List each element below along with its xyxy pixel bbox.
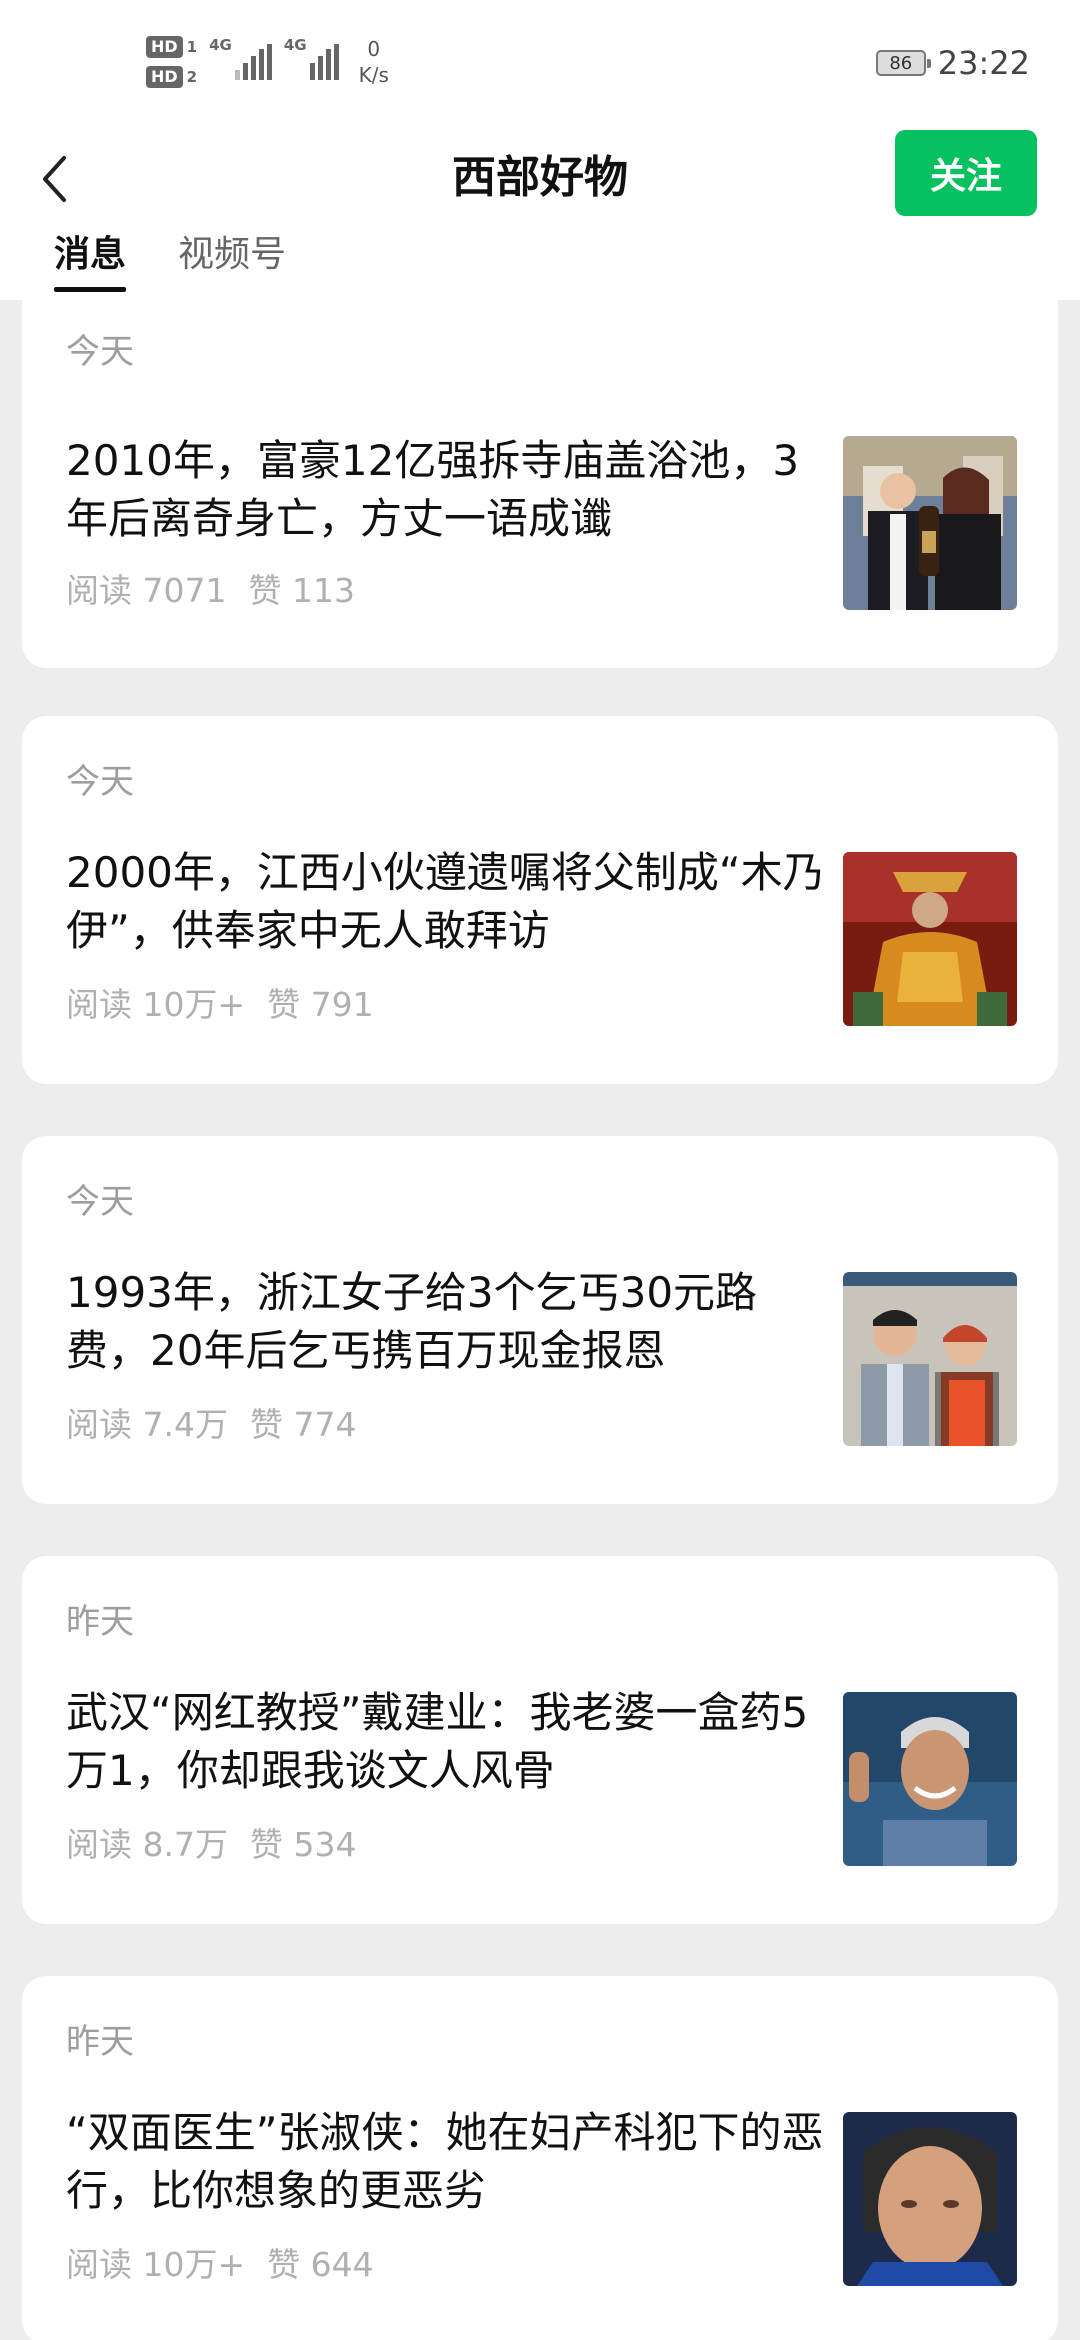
- network-type-2: 4G: [283, 36, 307, 54]
- hd-icon: HD: [146, 66, 183, 88]
- article-date: 今天: [66, 762, 134, 802]
- article-title[interactable]: 2000年，江西小伙遵遗嘱将父制成“木乃伊”，供奉家中无人敢拜访: [66, 844, 836, 960]
- network-speed-unit: K/s: [358, 63, 389, 87]
- photo-thumbnail-icon: [843, 1692, 1017, 1866]
- article-card[interactable]: 今天 1993年，浙江女子给3个乞丐30元路费，20年后乞丐携百万现金报恩 阅读…: [22, 1136, 1058, 1504]
- article-card[interactable]: 今天 2010年，富豪12亿强拆寺庙盖浴池，3年后离奇身亡，方丈一语成谶 阅读 …: [22, 300, 1058, 668]
- status-left: HD 1 HD 2 4G 4G 0 K/s: [146, 36, 389, 88]
- article-date: 昨天: [66, 1602, 134, 1642]
- article-reads: 阅读 7071: [66, 571, 227, 610]
- article-meta: 阅读 7.4万赞 774: [66, 1398, 356, 1446]
- clock: 23:22: [937, 44, 1030, 82]
- photo-thumbnail-icon: [843, 2112, 1017, 2286]
- article-thumbnail[interactable]: [843, 436, 1017, 610]
- battery-icon: 86: [875, 50, 931, 76]
- article-card[interactable]: 昨天 “双面医生”张淑侠：她在妇产科犯下的恶行，比你想象的更恶劣 阅读 10万+…: [22, 1976, 1058, 2340]
- status-bar: HD 1 HD 2 4G 4G 0 K/s 86 23:22: [0, 0, 1080, 130]
- follow-button[interactable]: 关注: [895, 130, 1037, 216]
- article-title[interactable]: 武汉“网红教授”戴建业：我老婆一盒药5万1，你却跟我谈文人风骨: [66, 1684, 836, 1800]
- article-thumbnail[interactable]: [843, 2112, 1017, 2286]
- photo-thumbnail-icon: [843, 436, 1017, 610]
- article-likes: 赞 113: [248, 571, 355, 610]
- article-thumbnail[interactable]: [843, 1272, 1017, 1446]
- article-likes: 赞 644: [267, 2245, 374, 2284]
- photo-thumbnail-icon: [843, 852, 1017, 1026]
- signal-bars-icon: [234, 44, 272, 80]
- article-reads: 阅读 10万+: [66, 985, 246, 1024]
- article-likes: 赞 791: [267, 985, 374, 1024]
- hd-icon: HD: [146, 36, 183, 58]
- header: 西部好物 关注 消息 视频号: [0, 130, 1080, 300]
- article-thumbnail[interactable]: [843, 1692, 1017, 1866]
- signal-1: 4G: [209, 36, 272, 80]
- article-meta: 阅读 10万+ 赞 791: [66, 978, 374, 1026]
- article-title[interactable]: 2010年，富豪12亿强拆寺庙盖浴池，3年后离奇身亡，方丈一语成谶: [66, 432, 836, 548]
- article-likes: 赞 774: [249, 1405, 357, 1444]
- article-likes: 赞 534: [249, 1825, 357, 1864]
- battery-level: 86: [889, 52, 913, 74]
- sim-indicators: HD 1 HD 2: [146, 36, 197, 88]
- sim1-index: 1: [186, 38, 198, 56]
- article-card[interactable]: 昨天 武汉“网红教授”戴建业：我老婆一盒药5万1，你却跟我谈文人风骨 阅读 8.…: [22, 1556, 1058, 1924]
- article-reads: 阅读 7.4万: [66, 1405, 228, 1444]
- article-date: 昨天: [66, 2022, 134, 2062]
- article-meta: 阅读 8.7万赞 534: [66, 1818, 356, 1866]
- photo-thumbnail-icon: [843, 1272, 1017, 1446]
- article-card[interactable]: 今天 2000年，江西小伙遵遗嘱将父制成“木乃伊”，供奉家中无人敢拜访 阅读 1…: [22, 716, 1058, 1084]
- article-reads: 阅读 10万+: [66, 2245, 246, 2284]
- network-speed-value: 0: [367, 37, 381, 61]
- article-meta: 阅读 7071 赞 113: [66, 564, 355, 612]
- tab-messages[interactable]: 消息: [54, 230, 127, 292]
- tab-bar: 消息 视频号: [54, 230, 286, 292]
- article-thumbnail[interactable]: [843, 852, 1017, 1026]
- article-title[interactable]: 1993年，浙江女子给3个乞丐30元路费，20年后乞丐携百万现金报恩: [66, 1264, 836, 1380]
- status-right: 86 23:22: [875, 44, 1030, 82]
- signal-bars-icon: [309, 44, 339, 80]
- article-meta: 阅读 10万+ 赞 644: [66, 2238, 374, 2286]
- sim2-indicator: HD 2: [146, 66, 197, 88]
- sim2-index: 2: [186, 68, 198, 86]
- network-speed: 0 K/s: [359, 36, 389, 88]
- signal-2: 4G: [284, 36, 339, 80]
- network-type-1: 4G: [209, 36, 232, 54]
- article-date: 今天: [66, 1182, 134, 1222]
- article-reads: 阅读 8.7万: [66, 1825, 228, 1864]
- article-title[interactable]: “双面医生”张淑侠：她在妇产科犯下的恶行，比你想象的更恶劣: [66, 2104, 836, 2220]
- tab-channels[interactable]: 视频号: [178, 230, 286, 280]
- screen: HD 1 HD 2 4G 4G 0 K/s 86 23:22 西部好物 关注 消…: [0, 0, 1080, 2340]
- article-date: 今天: [66, 332, 134, 372]
- sim1-indicator: HD 1: [146, 36, 197, 58]
